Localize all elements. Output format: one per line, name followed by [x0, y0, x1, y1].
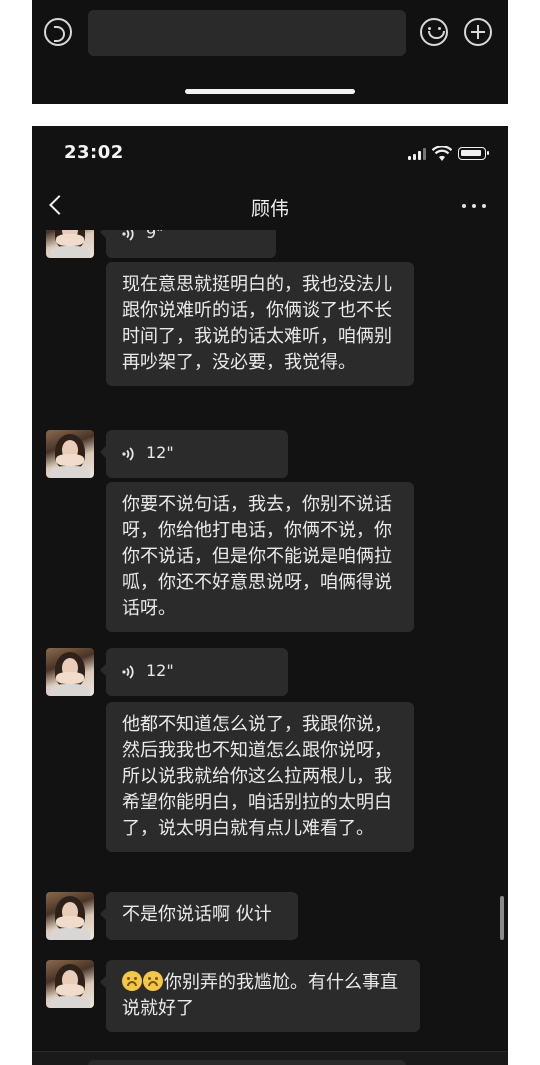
voice-duration: 12" — [146, 443, 174, 462]
contact-avatar[interactable] — [46, 892, 94, 940]
voice-input-icon[interactable] — [44, 18, 72, 46]
status-bar: 23:02 — [32, 126, 508, 182]
text-message[interactable]: 你要不说句话，我去，你别不说话呀，你给他打电话，你俩不说，你你不说话，但是你不能… — [106, 482, 414, 632]
message-list[interactable]: 9" 现在意思就挺明白的，我也没法儿跟你说难听的话，你俩谈了也不长时间了，我说的… — [32, 230, 508, 1065]
voice-message[interactable]: 9" — [100, 230, 276, 258]
contact-avatar[interactable] — [46, 960, 94, 1008]
chat-input-bar — [32, 1051, 508, 1065]
text-message[interactable]: 不是你说话啊 伙计 — [100, 892, 298, 940]
chat-input-bar — [32, 10, 508, 56]
grin-sweat-emoji-icon — [122, 971, 142, 991]
text-message[interactable]: 现在意思就挺明白的，我也没法儿跟你说难听的话，你俩谈了也不长时间了，我说的话太难… — [106, 262, 414, 386]
text-message[interactable]: 他都不知道怎么说了，我跟你说，然后我我也不知道怎么跟你说呀，所以说我就给你这么拉… — [106, 702, 414, 852]
voice-duration: 9" — [146, 230, 164, 242]
chat-screen: 23:02 顾伟 9" 现在意思就挺明白的，我也没法儿跟你说难听的话，你俩谈了也… — [32, 126, 508, 1065]
contact-name: 顾伟 — [250, 198, 289, 220]
voice-wave-icon — [122, 665, 134, 679]
scrollbar[interactable] — [500, 896, 504, 940]
battery-icon — [458, 147, 489, 160]
voice-wave-icon — [122, 447, 134, 461]
grin-sweat-emoji-icon — [143, 971, 163, 991]
cellular-signal-icon — [408, 148, 426, 160]
message-input[interactable] — [88, 10, 406, 56]
emoji-text-message[interactable]: 你别弄的我尴尬。有什么事直说就好了 — [100, 960, 420, 1032]
home-indicator — [185, 89, 355, 94]
previous-screenshot-fragment — [32, 0, 508, 104]
status-time: 23:02 — [64, 142, 124, 163]
nav-bar: 顾伟 — [32, 182, 508, 230]
message-input[interactable] — [88, 1060, 406, 1065]
voice-wave-icon — [122, 230, 134, 241]
voice-message[interactable]: 12" — [100, 430, 288, 478]
wifi-icon — [432, 146, 452, 161]
voice-duration: 12" — [146, 661, 174, 680]
emoji-icon[interactable] — [420, 18, 448, 46]
voice-message[interactable]: 12" — [100, 648, 288, 696]
message-text: 你别弄的我尴尬。有什么事直说就好了 — [122, 972, 398, 1019]
more-options-icon[interactable] — [462, 204, 486, 210]
contact-avatar[interactable] — [46, 230, 94, 258]
contact-avatar[interactable] — [46, 648, 94, 696]
contact-avatar[interactable] — [46, 430, 94, 478]
plus-icon[interactable] — [464, 18, 492, 46]
